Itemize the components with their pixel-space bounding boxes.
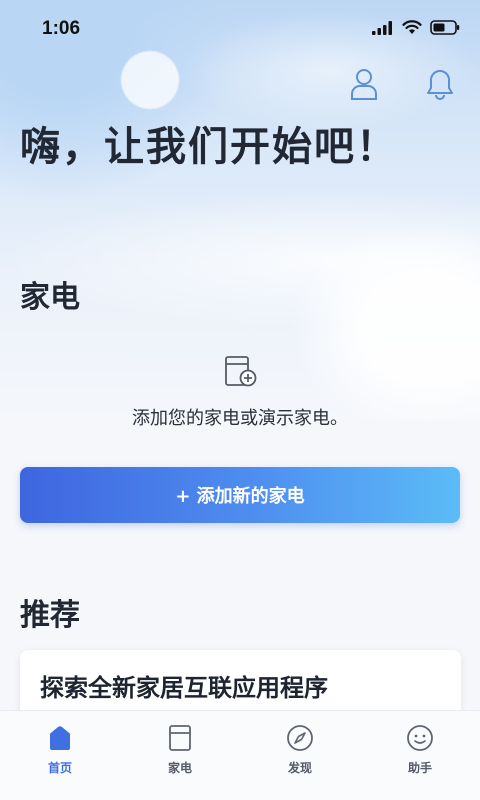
tab-label: 助手 — [407, 761, 432, 775]
wifi-icon — [402, 20, 422, 34]
tab-label: 家电 — [167, 761, 192, 775]
tab-label: 首页 — [47, 761, 72, 775]
recommend-section-title: 推荐 — [20, 598, 80, 633]
assistant-icon — [407, 725, 433, 751]
appliance-icon — [169, 725, 191, 751]
empty-appliances-text: 添加您的家电或演示家电。 — [132, 408, 348, 429]
notifications-button[interactable] — [422, 66, 458, 102]
appliances-section-title: 家电 — [20, 280, 80, 315]
status-time: 1:06 — [42, 18, 81, 39]
user-icon — [351, 69, 377, 100]
status-icons — [372, 20, 460, 35]
recommend-card-title: 探索全新家居互联应用程序 — [40, 674, 328, 702]
profile-button[interactable] — [346, 66, 382, 102]
signal-icon — [372, 20, 392, 35]
bottom-tab-bar: 首页 家电 发现 助手 — [0, 710, 480, 800]
header-actions — [346, 66, 458, 102]
tab-appliances[interactable]: 家电 — [120, 711, 240, 800]
tab-discover[interactable]: 发现 — [240, 711, 360, 800]
home-icon — [50, 726, 70, 750]
tab-home[interactable]: 首页 — [0, 711, 120, 800]
compass-icon — [287, 725, 313, 751]
tab-assistant[interactable]: 助手 — [360, 711, 480, 800]
add-appliance-button[interactable]: + 添加新的家电 — [20, 467, 460, 523]
battery-icon — [430, 20, 460, 35]
bell-icon — [427, 70, 453, 100]
page-title: 嗨，让我们开始吧！ — [20, 124, 398, 170]
add-appliance-icon — [225, 356, 257, 387]
tab-label: 发现 — [287, 761, 312, 775]
status-bar: 1:06 — [0, 0, 480, 56]
